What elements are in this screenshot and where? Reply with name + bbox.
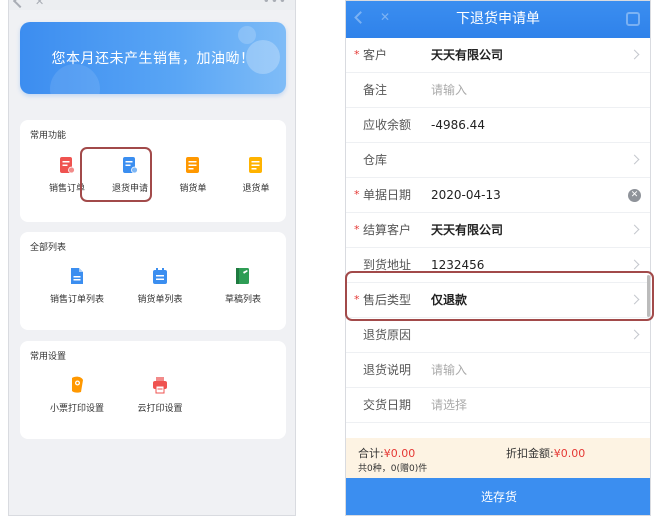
required-marker: * xyxy=(354,188,360,201)
section-title: 常用功能 xyxy=(30,131,67,141)
common-settings-card: 常用设置 小票打印设置 云打印设置 xyxy=(20,341,286,439)
screenshot-root: ✕ ••• 您本月还未产生销售，加油呦！ 常用功能 销售订单 退货申请 销货单 … xyxy=(0,0,664,520)
form-row[interactable]: 备注 请输入 xyxy=(346,73,650,108)
grid-item-label: 销货单 xyxy=(179,184,207,194)
cloud-print-settings-icon xyxy=(153,377,167,394)
section-title: 常用设置 xyxy=(30,352,67,362)
item-count: 共0种，0(赠0)件 xyxy=(358,464,428,474)
form-row[interactable]: 交货日期 请选择 xyxy=(346,388,650,423)
field-label: 退货说明 xyxy=(363,363,412,377)
sales-bill-list-icon xyxy=(153,268,167,284)
form-row[interactable]: 仓库 xyxy=(346,143,650,178)
field-label: 交货日期 xyxy=(363,398,412,412)
all-lists-card: 全部列表 销售订单列表 销货单列表 草稿列表 xyxy=(20,232,286,330)
chevron-right-icon xyxy=(629,49,640,60)
sales-banner: 您本月还未产生销售，加油呦！ xyxy=(20,22,286,94)
highlight-box-aftersales-type xyxy=(345,271,654,321)
form-row[interactable]: 应收余额 -4986.44 xyxy=(346,108,650,143)
receipt-print-settings-icon xyxy=(72,376,83,393)
field-input[interactable]: 请输入 xyxy=(431,73,467,108)
return-bill-button[interactable]: 退货单 xyxy=(221,156,291,194)
discount-amount: 折扣金额:¥0.00 xyxy=(506,447,586,460)
form-row[interactable]: * 客户 天天有限公司 xyxy=(346,38,650,73)
form-row[interactable]: 退货说明 请输入 xyxy=(346,353,650,388)
form-row[interactable]: 退货原因 xyxy=(346,318,650,353)
sales-bill-list-button[interactable]: 销货单列表 xyxy=(125,267,195,305)
sales-bill-button[interactable]: 销货单 xyxy=(158,156,228,194)
left-status-bar: ✕ ••• xyxy=(9,0,295,10)
highlight-box-return-request xyxy=(80,147,152,202)
chevron-right-icon xyxy=(629,259,640,270)
field-input[interactable]: 请选择 xyxy=(431,388,467,423)
more-icon[interactable]: ••• xyxy=(263,0,287,8)
close-icon[interactable]: ✕ xyxy=(35,0,44,8)
sales-order-list-icon xyxy=(71,268,83,284)
field-label: 仓库 xyxy=(363,153,388,167)
sales-order-list-button[interactable]: 销售订单列表 xyxy=(42,267,112,305)
grid-item-label: 云打印设置 xyxy=(137,404,183,414)
form-row[interactable]: * 结算客户 天天有限公司 xyxy=(346,213,650,248)
nav-bar: ✕ 下退货申请单 xyxy=(346,1,650,38)
sales-bill-icon xyxy=(186,157,199,173)
cloud-print-settings-button[interactable]: 云打印设置 xyxy=(125,376,195,414)
field-label: 退货原因 xyxy=(363,328,412,342)
page-title: 下退货申请单 xyxy=(456,11,540,27)
field-value[interactable]: 天天有限公司 xyxy=(431,38,503,73)
grid-item-label: 小票打印设置 xyxy=(49,404,104,414)
grid-item-label: 销售订单列表 xyxy=(49,295,104,305)
chevron-right-icon xyxy=(629,224,640,235)
field-value[interactable]: -4986.44 xyxy=(431,108,485,143)
form-row[interactable]: * 单据日期 2020-04-13 ✕ xyxy=(346,178,650,213)
common-functions-card: 常用功能 销售订单 退货申请 销货单 退货单 xyxy=(20,120,286,222)
field-label: 备注 xyxy=(363,83,388,97)
field-value[interactable]: 2020-04-13 xyxy=(431,178,501,213)
field-input[interactable]: 请输入 xyxy=(431,353,467,388)
field-label: 结算客户 xyxy=(363,223,412,237)
select-inventory-button[interactable]: 选存货 xyxy=(346,478,650,515)
home-icon[interactable] xyxy=(626,12,640,26)
chevron-right-icon xyxy=(629,329,640,340)
required-marker: * xyxy=(354,223,360,236)
total-amount: 合计:¥0.00 xyxy=(358,447,416,460)
field-label: 客户 xyxy=(363,48,388,62)
return-bill-icon xyxy=(249,157,262,173)
clear-icon[interactable]: ✕ xyxy=(628,189,641,202)
draft-list-icon xyxy=(236,268,249,284)
grid-item-label: 退货单 xyxy=(242,184,270,194)
draft-list-button[interactable]: 草稿列表 xyxy=(208,267,278,305)
home-screen: ✕ ••• 您本月还未产生销售，加油呦！ 常用功能 销售订单 退货申请 销货单 … xyxy=(8,0,296,516)
sales-order-icon xyxy=(60,157,75,174)
field-label: 应收余额 xyxy=(363,118,412,132)
receipt-print-settings-button[interactable]: 小票打印设置 xyxy=(42,376,112,414)
banner-text: 您本月还未产生销售，加油呦！ xyxy=(51,51,255,67)
field-label: 单据日期 xyxy=(363,188,412,202)
required-marker: * xyxy=(354,48,360,61)
grid-item-label: 销货单列表 xyxy=(137,295,183,305)
return-request-form-screen: ✕ 下退货申请单 * 客户 天天有限公司 备注 请输入 应收余额 -4986.44 仓库 * 单据… xyxy=(345,0,651,516)
grid-item-label: 草稿列表 xyxy=(224,295,261,305)
chevron-right-icon xyxy=(629,154,640,165)
section-title: 全部列表 xyxy=(30,243,67,253)
field-value[interactable]: 天天有限公司 xyxy=(431,213,503,248)
back-icon[interactable] xyxy=(12,0,28,9)
summary-bar: 合计:¥0.00 折扣金额:¥0.00 共0种，0(赠0)件 xyxy=(346,438,650,478)
